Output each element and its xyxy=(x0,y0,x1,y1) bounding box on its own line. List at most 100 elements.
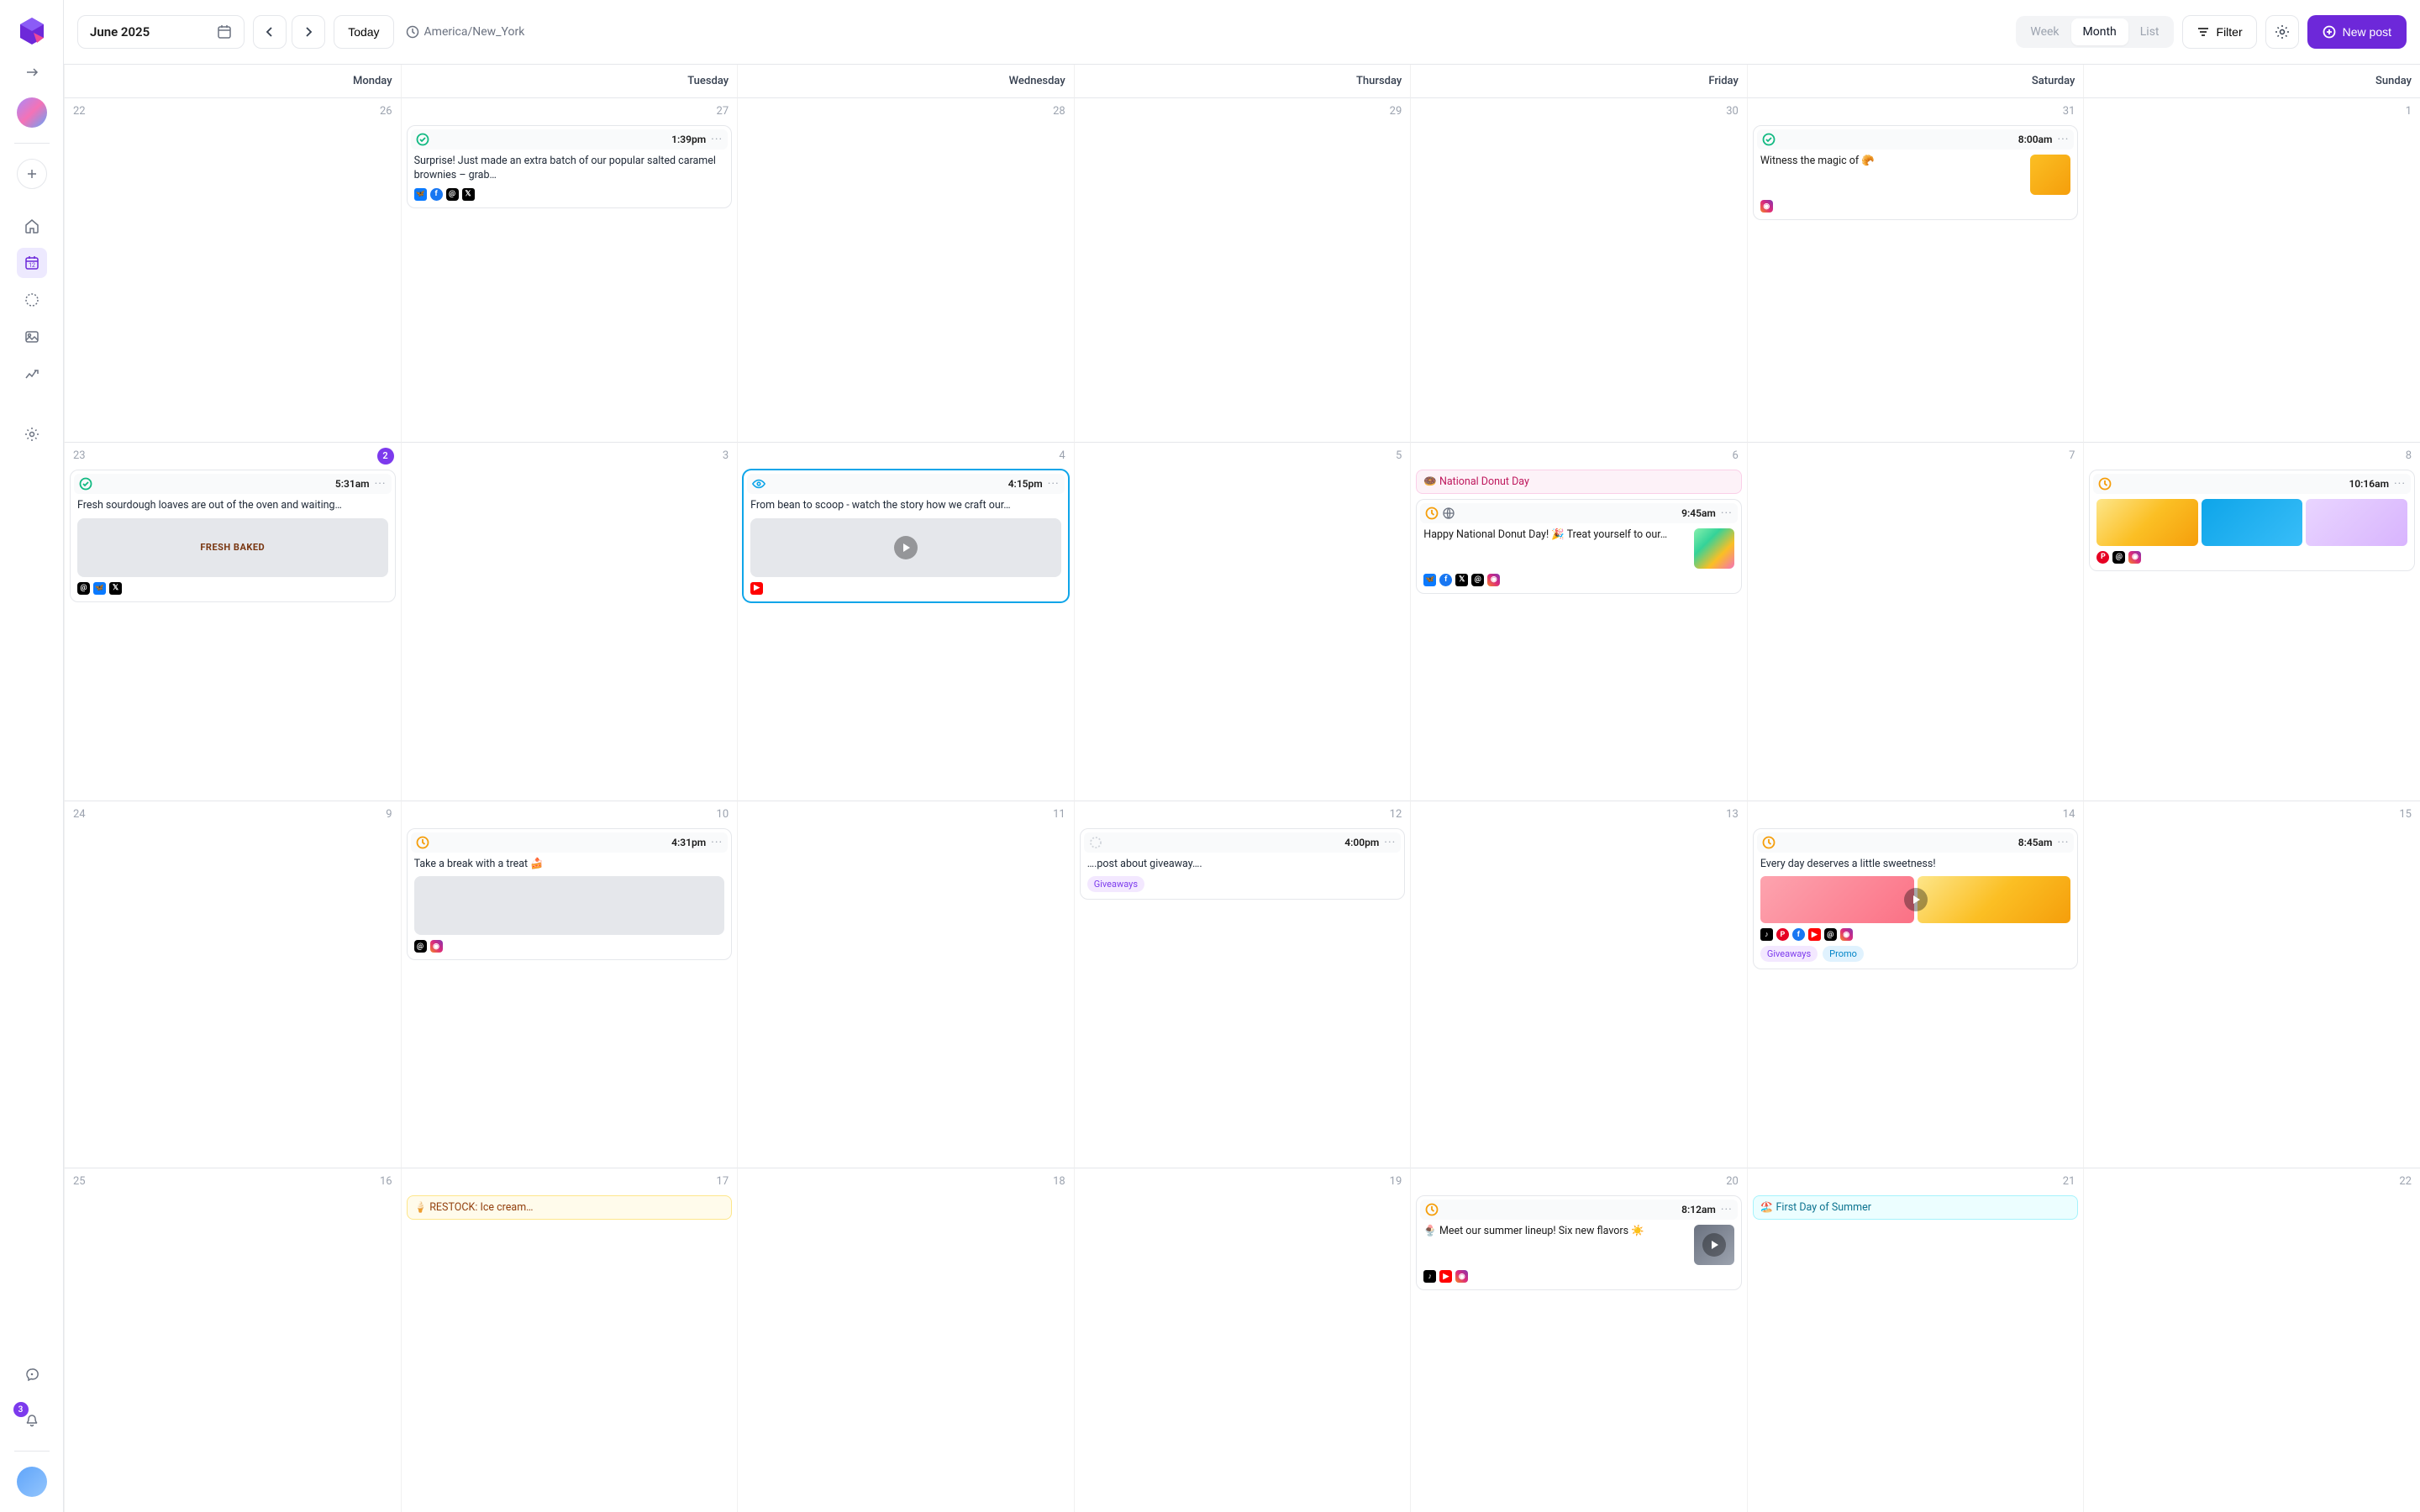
nav-settings[interactable] xyxy=(17,419,47,449)
calendar-cell[interactable]: 27 1:39pm···Surprise! Just made an extra … xyxy=(401,97,738,442)
post-more-button[interactable]: ··· xyxy=(1721,1203,1733,1216)
post-more-button[interactable]: ··· xyxy=(1721,507,1733,520)
calendar-cell[interactable]: 208:12am···🍨 Meet our summer lineup! Six… xyxy=(1410,1168,1747,1512)
ig-icon: ◉ xyxy=(430,940,443,953)
nav-analytics[interactable] xyxy=(17,359,47,389)
post-card[interactable]: 10:16am···P@◉ xyxy=(2089,470,2415,571)
calendar-cell[interactable]: 6🍩 National Donut Day9:45am···Happy Nati… xyxy=(1410,442,1747,801)
th-icon: @ xyxy=(1471,574,1484,586)
calendar-cell[interactable]: 7 xyxy=(1747,442,2084,801)
calendar-cell[interactable]: 28 xyxy=(737,97,1074,442)
yt-icon: ▶ xyxy=(750,582,763,595)
post-card[interactable]: 5:31am···Fresh sourdough loaves are out … xyxy=(70,470,396,602)
calendar-cell[interactable]: 13 xyxy=(1410,801,1747,1168)
settings-button[interactable] xyxy=(2265,15,2299,49)
calendar-cell[interactable]: 29 xyxy=(1074,97,1411,442)
month-picker[interactable]: June 2025 xyxy=(77,15,245,49)
calendar-cell[interactable]: 318:00am···Witness the magic of 🥐◉ xyxy=(1747,97,2084,442)
user-avatar[interactable] xyxy=(17,1467,47,1497)
post-header: 8:45am··· xyxy=(1757,832,2075,853)
calendar-cell[interactable]: 249 xyxy=(64,801,401,1168)
th-icon: @ xyxy=(2112,551,2125,564)
expand-sidebar-button[interactable] xyxy=(22,62,42,82)
post-time: 8:00am xyxy=(2018,134,2053,145)
timezone[interactable]: America/New_York xyxy=(406,25,525,39)
calendar-cell[interactable]: 30 xyxy=(1410,97,1747,442)
post-card[interactable]: 4:15pm···From bean to scoop - watch the … xyxy=(743,470,1069,602)
x-icon: 𝕏 xyxy=(1455,574,1468,586)
calendar-cell[interactable]: 18 xyxy=(737,1168,1074,1512)
view-month[interactable]: Month xyxy=(2071,18,2128,45)
post-card[interactable]: 8:45am··· Every day deserves a little swe… xyxy=(1753,828,2079,970)
prev-month-button[interactable] xyxy=(253,15,287,49)
status-scheduled-icon xyxy=(1762,836,1776,849)
calendar-cell[interactable]: 22 xyxy=(2083,1168,2420,1512)
calendar-cell[interactable]: 124:00pm···….post about giveaway….Giveaw… xyxy=(1074,801,1411,1168)
post-card[interactable]: 1:39pm···Surprise! Just made an extra ba… xyxy=(407,125,733,208)
post-more-button[interactable]: ··· xyxy=(2394,477,2406,491)
toolbar: June 2025 Today America/New_York Week Mo… xyxy=(64,0,2420,64)
post-more-button[interactable]: ··· xyxy=(711,133,723,146)
post-tags: Giveaways xyxy=(1087,876,1398,892)
event-pill[interactable]: 🍩 National Donut Day xyxy=(1416,470,1742,494)
calendar-cell[interactable]: 810:16am···P@◉ xyxy=(2083,442,2420,801)
calendar-cell[interactable]: 3 xyxy=(401,442,738,801)
nav-notifications[interactable]: 3 xyxy=(17,1405,47,1436)
post-excerpt: Every day deserves a little sweetness! xyxy=(1760,858,2071,872)
nav-drafts[interactable] xyxy=(17,285,47,315)
nav-help[interactable] xyxy=(17,1360,47,1390)
calendar-cell[interactable]: 44:15pm···From bean to scoop - watch the… xyxy=(737,442,1074,801)
calendar-cell[interactable]: 5 xyxy=(1074,442,1411,801)
workspace-avatar[interactable] xyxy=(17,97,47,128)
event-pill[interactable]: 🏖️ First Day of Summer xyxy=(1753,1195,2079,1220)
calendar-cell[interactable]: 19 xyxy=(1074,1168,1411,1512)
tag[interactable]: Giveaways xyxy=(1760,946,1818,962)
calendar-cell[interactable]: 2226 xyxy=(64,97,401,442)
post-more-button[interactable]: ··· xyxy=(2057,836,2069,849)
post-more-button[interactable]: ··· xyxy=(1048,477,1060,491)
post-time: 4:00pm xyxy=(1344,837,1379,848)
post-more-button[interactable]: ··· xyxy=(711,836,723,849)
day-number: 28 xyxy=(1053,105,1065,118)
post-card[interactable]: 8:12am···🍨 Meet our summer lineup! Six n… xyxy=(1416,1195,1742,1290)
view-list[interactable]: List xyxy=(2128,18,2171,45)
post-more-button[interactable]: ··· xyxy=(2057,133,2069,146)
calendar-cell[interactable]: 17🍦 RESTOCK: Ice cream… xyxy=(401,1168,738,1512)
nav-calendar[interactable]: 12 xyxy=(17,248,47,278)
view-week[interactable]: Week xyxy=(2018,18,2070,45)
post-card[interactable]: 8:00am···Witness the magic of 🥐◉ xyxy=(1753,125,2079,220)
post-thumbnails xyxy=(2096,499,2407,546)
post-more-button[interactable]: ··· xyxy=(375,477,387,491)
app-logo[interactable] xyxy=(16,15,48,47)
post-more-button[interactable]: ··· xyxy=(1384,836,1396,849)
nav-home[interactable] xyxy=(17,211,47,241)
day-number: 27 xyxy=(717,105,729,118)
post-excerpt: 🍨 Meet our summer lineup! Six new flavor… xyxy=(1423,1225,1687,1265)
post-thumbnails xyxy=(1760,876,2071,923)
pin-icon: P xyxy=(1776,928,1789,941)
post-time: 4:31pm xyxy=(671,837,706,848)
calendar-cell[interactable]: 15 xyxy=(2083,801,2420,1168)
nav-media[interactable] xyxy=(17,322,47,352)
calendar-cell[interactable]: 11 xyxy=(737,801,1074,1168)
calendar-cell[interactable]: 2516 xyxy=(64,1168,401,1512)
post-card[interactable]: 4:31pm···Take a break with a treat 🍰@◉ xyxy=(407,828,733,961)
tag[interactable]: Giveaways xyxy=(1087,876,1144,892)
event-pill[interactable]: 🍦 RESTOCK: Ice cream… xyxy=(407,1195,733,1220)
add-workspace-button[interactable] xyxy=(17,159,47,189)
week-number: 23 xyxy=(73,449,86,462)
next-month-button[interactable] xyxy=(292,15,325,49)
social-icons: @◉ xyxy=(414,940,725,953)
calendar-cell[interactable]: 148:45am···Every day deserves a little s… xyxy=(1747,801,2084,1168)
calendar-cell[interactable]: 104:31pm···Take a break with a treat 🍰@◉ xyxy=(401,801,738,1168)
day-number: 21 xyxy=(2063,1175,2075,1188)
new-post-button[interactable]: New post xyxy=(2307,15,2407,49)
calendar-cell[interactable]: 21 🏖️ First Day of Summer xyxy=(1747,1168,2084,1512)
calendar-cell[interactable]: 1 xyxy=(2083,97,2420,442)
post-card[interactable]: 9:45am···Happy National Donut Day! 🎉 Tre… xyxy=(1416,499,1742,594)
calendar-cell[interactable]: 2325:31am···Fresh sourdough loaves are o… xyxy=(64,442,401,801)
tag[interactable]: Promo xyxy=(1823,946,1864,962)
filter-button[interactable]: Filter xyxy=(2182,15,2257,49)
today-button[interactable]: Today xyxy=(334,15,393,49)
post-card[interactable]: 4:00pm···….post about giveaway….Giveaway… xyxy=(1080,828,1406,900)
